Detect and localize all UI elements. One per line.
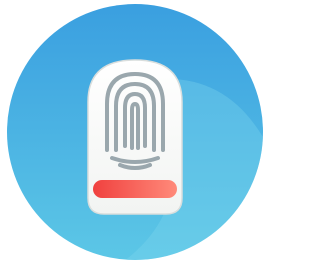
- scan-status-bar: [93, 180, 177, 198]
- fingerprint-app-icon[interactable]: [0, 0, 270, 264]
- app-icon-stage: [0, 0, 270, 264]
